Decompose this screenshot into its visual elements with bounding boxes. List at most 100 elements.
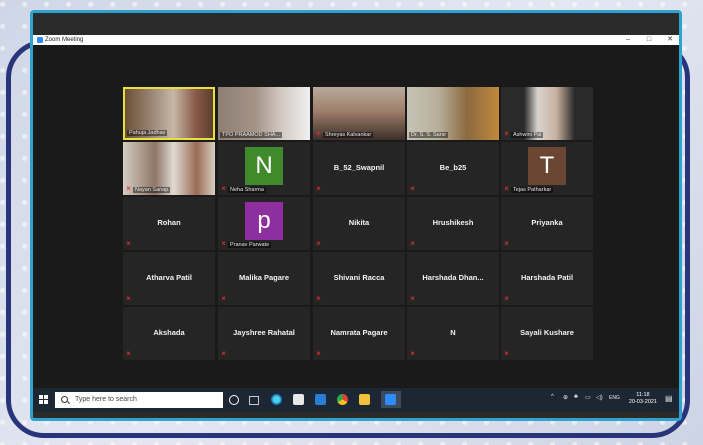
participant-tile[interactable]: Hrushikesh ⨯: [407, 197, 499, 250]
participant-tile[interactable]: Rohan ⨯: [123, 197, 215, 250]
participant-tile[interactable]: T ⨯ Tejas Patharkar: [501, 142, 593, 195]
video-tile[interactable]: ⨯ Nayan Sanap: [123, 142, 215, 195]
taskbar-search-input[interactable]: Type here to search: [55, 392, 223, 408]
participant-tile[interactable]: N ⨯: [407, 307, 499, 360]
notifications-icon[interactable]: ▤: [665, 394, 673, 403]
zoom-icon[interactable]: [385, 394, 396, 405]
participant-tile[interactable]: Sayali Kushare ⨯: [501, 307, 593, 360]
participant-name: Nikita: [348, 218, 370, 227]
avatar: N: [245, 147, 283, 185]
participant-tile[interactable]: Priyanka ⨯: [501, 197, 593, 250]
taskbar-clock[interactable]: 11:18 20-03-2021: [629, 392, 657, 406]
gallery-view: Pahuja Jadhav TPO PRAAMOD SHA... ⨯ Shrey…: [33, 45, 679, 388]
mic-muted-icon: ⨯: [410, 186, 416, 192]
bluetooth-icon[interactable]: ♣: [574, 394, 578, 400]
participant-tile[interactable]: Malika Pagare ⨯: [218, 252, 310, 305]
participant-tile[interactable]: Atharva Patil ⨯: [123, 252, 215, 305]
restore-button[interactable]: □: [640, 35, 658, 45]
mic-muted-icon: ⨯: [316, 296, 322, 302]
clock-time: 11:18: [636, 392, 650, 398]
mic-muted-icon: ⨯: [221, 296, 227, 302]
participant-name: Hrushikesh: [432, 218, 474, 227]
participant-name: Be_b25: [439, 163, 467, 172]
mic-muted-icon: ⨯: [316, 186, 322, 192]
video-tile[interactable]: Pahuja Jadhav: [123, 87, 215, 140]
mic-muted-icon: ⨯: [316, 241, 322, 247]
mic-muted-icon: ⨯: [126, 186, 132, 192]
participant-tile[interactable]: N ⨯ Neha Sharma: [218, 142, 310, 195]
volume-icon[interactable]: ◁): [596, 394, 603, 401]
participant-tile[interactable]: Akshada ⨯: [123, 307, 215, 360]
display-icon[interactable]: ▭: [585, 394, 591, 401]
participant-name: Shreyas Kalvankar: [323, 132, 374, 138]
search-icon: [61, 396, 68, 403]
participant-name: B_52_Swapnil: [333, 163, 385, 172]
mic-muted-icon: ⨯: [410, 351, 416, 357]
tray-chevron-icon[interactable]: ^: [551, 394, 554, 400]
window-titlebar: Zoom Meeting – □ ✕: [33, 35, 679, 45]
mic-muted-icon: ⨯: [504, 296, 510, 302]
participant-name: Neha Sharma: [228, 187, 266, 193]
edge-icon[interactable]: [271, 394, 282, 405]
participant-name: Tejas Patharkar: [511, 187, 554, 193]
participant-tile[interactable]: Jayshree Rahatal ⨯: [218, 307, 310, 360]
avatar: p: [245, 202, 283, 240]
participant-name: Jayshree Rahatal: [233, 328, 295, 337]
participant-tile[interactable]: Harshada Patil ⨯: [501, 252, 593, 305]
avatar: T: [528, 147, 566, 185]
video-tile[interactable]: TPO PRAAMOD SHA...: [218, 87, 310, 140]
mail-icon[interactable]: [315, 394, 326, 405]
mic-muted-icon: ⨯: [221, 241, 227, 247]
participant-name: Akshada: [153, 328, 185, 337]
participant-name: Harshada Dhan...: [422, 273, 484, 282]
network-icon[interactable]: ⊕: [563, 394, 568, 401]
mic-muted-icon: ⨯: [126, 241, 132, 247]
mic-muted-icon: ⨯: [316, 351, 322, 357]
participant-name: Harshada Patil: [520, 273, 574, 282]
video-tile[interactable]: ⨯ Shreyas Kalvankar: [313, 87, 405, 140]
participant-tile[interactable]: Harshada Dhan... ⨯: [407, 252, 499, 305]
participant-name: Rohan: [157, 218, 181, 227]
search-placeholder: Type here to search: [75, 396, 137, 403]
participant-tile[interactable]: p ⨯ Pranav Parwate: [218, 197, 310, 250]
mic-muted-icon: ⨯: [126, 351, 132, 357]
participant-name: Atharva Patil: [146, 273, 192, 282]
mic-muted-icon: ⨯: [126, 296, 132, 302]
participant-tile[interactable]: Nikita ⨯: [313, 197, 405, 250]
mic-muted-icon: ⨯: [410, 296, 416, 302]
windows-start-icon[interactable]: [39, 395, 49, 405]
participant-tile[interactable]: Be_b25 ⨯: [407, 142, 499, 195]
participant-name: Malika Pagare: [238, 273, 290, 282]
mic-muted-icon: ⨯: [504, 351, 510, 357]
window-title: Zoom Meeting: [45, 37, 84, 43]
video-tile[interactable]: ⨯ Ashwini Pal: [501, 87, 593, 140]
participant-tile[interactable]: Shivani Racca ⨯: [313, 252, 405, 305]
store-icon[interactable]: [293, 394, 304, 405]
participant-name: Sayali Kushare: [520, 328, 574, 337]
minimize-button[interactable]: –: [619, 35, 637, 45]
cortana-icon[interactable]: [229, 395, 239, 405]
participant-name: Priyanka: [531, 218, 563, 227]
participant-tile[interactable]: B_52_Swapnil ⨯: [313, 142, 405, 195]
participant-name: Ashwini Pal: [511, 132, 544, 138]
participant-name: Dr. S. S. Sane: [409, 132, 448, 138]
windows-taskbar: Type here to search ^ ⊕ ♣ ▭ ◁) ENG 11:18…: [33, 388, 679, 412]
video-tile[interactable]: Dr. S. S. Sane: [407, 87, 499, 140]
participant-tile[interactable]: Namrata Pagare ⨯: [313, 307, 405, 360]
zoom-app-icon: [37, 37, 43, 43]
language-indicator[interactable]: ENG: [609, 395, 620, 401]
mic-muted-icon: ⨯: [504, 241, 510, 247]
mic-muted-icon: ⨯: [504, 186, 510, 192]
participant-name: Pranav Parwate: [228, 242, 272, 248]
clock-date: 20-03-2021: [628, 399, 657, 405]
participant-name: Shivani Racca: [333, 273, 385, 282]
close-button[interactable]: ✕: [661, 35, 679, 45]
mic-muted-icon: ⨯: [221, 351, 227, 357]
chrome-icon[interactable]: [337, 394, 348, 405]
screen: Zoom Meeting – □ ✕ Pahuja Jadhav TPO PRA…: [30, 10, 682, 421]
mic-muted-icon: ⨯: [410, 241, 416, 247]
file-explorer-icon[interactable]: [359, 394, 370, 405]
task-view-icon[interactable]: [249, 396, 259, 405]
participant-name: Namrata Pagare: [330, 328, 388, 337]
participant-name: Nayan Sanap: [133, 187, 171, 193]
